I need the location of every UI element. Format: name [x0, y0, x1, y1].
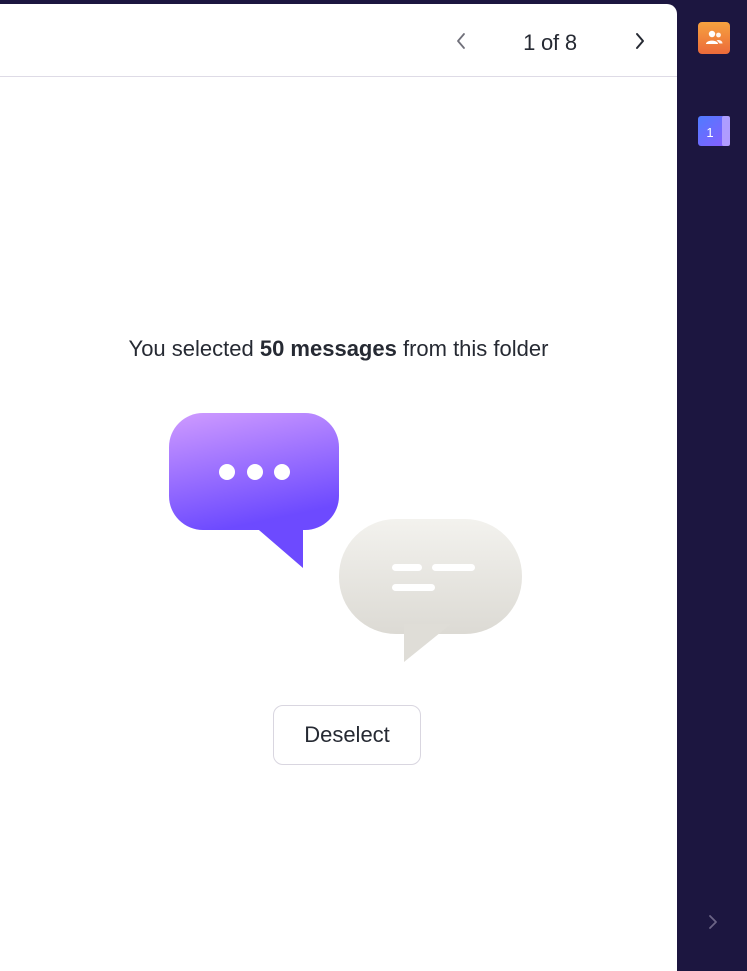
selection-suffix: from this folder — [396, 336, 549, 361]
message-bubble-icon — [169, 413, 339, 568]
pager-status: 1 of 8 — [523, 30, 577, 55]
chevron-right-icon — [636, 33, 644, 49]
side-app-rail: 1 — [677, 0, 747, 971]
previous-page-button[interactable] — [449, 26, 473, 56]
chevron-right-icon — [709, 915, 717, 929]
reply-bubble-icon — [339, 519, 522, 662]
selected-count: 50 messages — [259, 336, 397, 361]
chevron-left-icon — [457, 33, 465, 49]
calendar-icon: 1 — [698, 116, 730, 146]
message-toolbar: 1 of 8 — [0, 4, 677, 77]
expand-rail-button[interactable] — [703, 910, 723, 934]
calendar-badge: 1 — [706, 125, 713, 140]
main-panel: 1 of 8 You selected 50 messages from thi… — [0, 4, 677, 971]
deselect-button[interactable]: Deselect — [273, 705, 421, 765]
contacts-app-button[interactable] — [698, 22, 730, 54]
next-page-button[interactable] — [628, 26, 652, 56]
calendar-app-button[interactable]: 1 — [698, 114, 730, 146]
selection-prefix: You selected — [128, 336, 260, 361]
chat-bubbles-illustration — [169, 413, 522, 662]
contacts-icon — [698, 22, 730, 54]
selection-summary: You selected 50 messages from this folde… — [0, 336, 677, 362]
selection-view: You selected 50 messages from this folde… — [0, 77, 677, 971]
